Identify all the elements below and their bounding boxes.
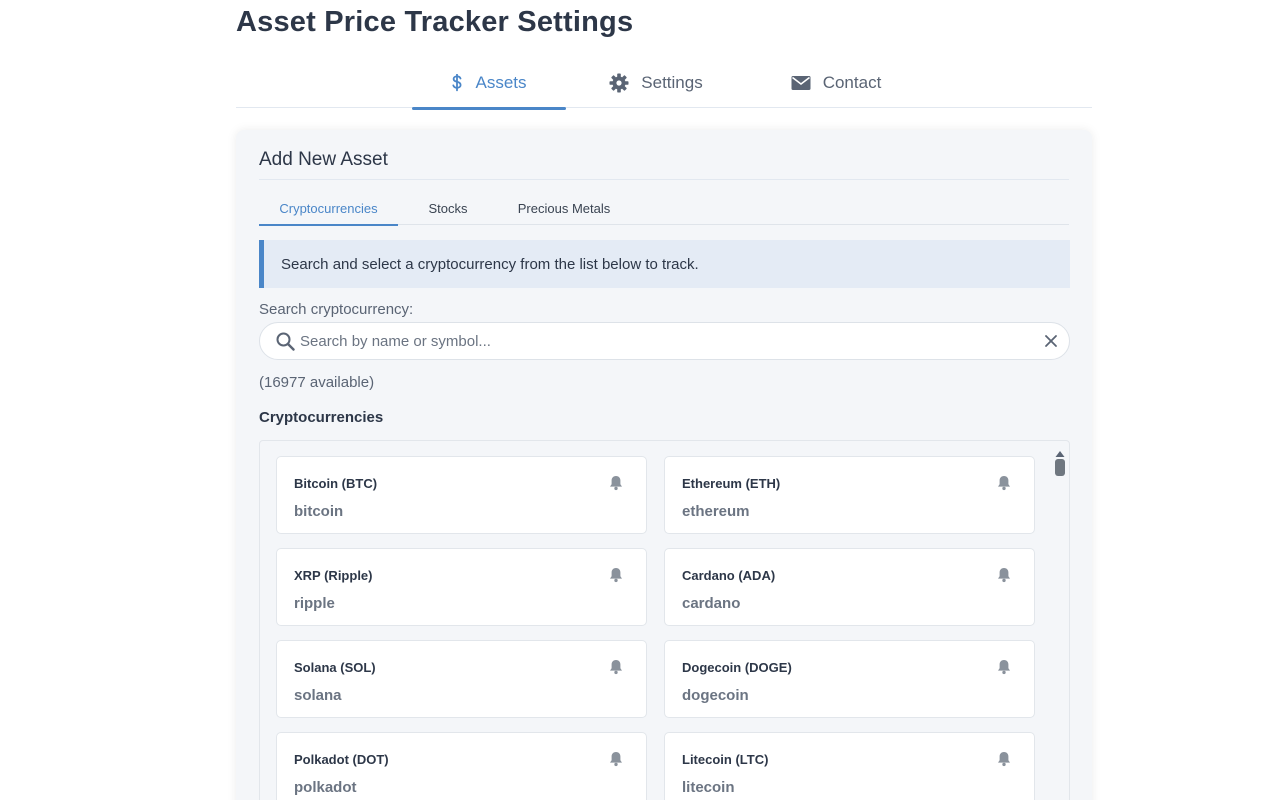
asset-id: litecoin [682, 779, 735, 796]
scrollbar[interactable] [1053, 443, 1067, 800]
search-label: Search cryptocurrency: [259, 301, 414, 318]
card-divider [259, 179, 1069, 180]
tab-assets[interactable]: Assets [412, 58, 566, 110]
asset-name: Cardano (ADA) [682, 568, 776, 583]
page-title: Asset Price Tracker Settings [236, 6, 634, 38]
tab-contact-label: Contact [822, 73, 882, 92]
bell-icon[interactable] [997, 475, 1011, 496]
search-icon [276, 332, 295, 356]
search-box [259, 322, 1070, 360]
main-tabs: Assets Settings Contact [236, 58, 1092, 110]
asset-name: Bitcoin (BTC) [294, 476, 378, 491]
settings-page: Asset Price Tracker Settings Assets Sett… [0, 0, 1280, 800]
asset-id: ripple [294, 595, 335, 612]
bell-icon[interactable] [997, 751, 1011, 772]
bell-icon[interactable] [609, 567, 623, 588]
asset-card-dogecoin[interactable]: Dogecoin (DOGE) dogecoin [664, 640, 1035, 718]
asset-card-litecoin[interactable]: Litecoin (LTC) litecoin [664, 732, 1035, 800]
bell-icon[interactable] [609, 659, 623, 680]
tab-assets-label: Assets [475, 73, 527, 92]
tab-stocks[interactable]: Stocks [417, 192, 479, 225]
asset-id: bitcoin [294, 503, 344, 520]
asset-name: Dogecoin (DOGE) [682, 660, 792, 675]
envelope-icon [791, 75, 811, 91]
add-asset-card: Add New Asset Cryptocurrencies Stocks Pr… [236, 130, 1092, 800]
asset-name: Ethereum (ETH) [682, 476, 781, 491]
asset-name: XRP (Ripple) [294, 568, 373, 583]
dollar-icon [451, 74, 463, 92]
tab-settings[interactable]: Settings [602, 58, 710, 108]
asset-card-ethereum[interactable]: Ethereum (ETH) ethereum [664, 456, 1035, 534]
bell-icon[interactable] [609, 751, 623, 772]
tab-cryptocurrencies[interactable]: Cryptocurrencies [259, 192, 398, 226]
available-count: (16977 available) [259, 374, 375, 391]
list-heading: Cryptocurrencies [259, 409, 384, 426]
asset-name: Solana (SOL) [294, 660, 376, 675]
asset-card-polkadot[interactable]: Polkadot (DOT) polkadot [276, 732, 647, 800]
asset-list[interactable]: Bitcoin (BTC) bitcoin Ethereum (ETH) ethere… [259, 440, 1070, 800]
bell-icon[interactable] [609, 475, 623, 496]
scroll-thumb[interactable] [1055, 459, 1065, 476]
asset-id: ethereum [682, 503, 750, 520]
bell-icon[interactable] [997, 567, 1011, 588]
asset-card-ripple[interactable]: XRP (Ripple) ripple [276, 548, 647, 626]
close-icon [1045, 335, 1057, 347]
asset-name: Litecoin (LTC) [682, 752, 769, 767]
asset-id: polkadot [294, 779, 357, 796]
asset-id: dogecoin [682, 687, 749, 704]
card-title: Add New Asset [259, 149, 388, 170]
clear-search-button[interactable] [1043, 333, 1059, 354]
asset-card-bitcoin[interactable]: Bitcoin (BTC) bitcoin [276, 456, 647, 534]
asset-card-cardano[interactable]: Cardano (ADA) cardano [664, 548, 1035, 626]
asset-card-solana[interactable]: Solana (SOL) solana [276, 640, 647, 718]
tab-precious-metals[interactable]: Precious Metals [505, 192, 623, 225]
asset-id: solana [294, 687, 342, 704]
asset-type-tabs: Cryptocurrencies Stocks Precious Metals [259, 192, 1069, 226]
asset-id: cardano [682, 595, 741, 612]
tab-contact[interactable]: Contact [786, 58, 886, 108]
tab-settings-label: Settings [641, 73, 703, 92]
gear-icon [609, 73, 629, 93]
asset-name: Polkadot (DOT) [294, 752, 389, 767]
search-input[interactable] [300, 323, 1030, 359]
info-message: Search and select a cryptocurrency from … [259, 240, 1070, 288]
bell-icon[interactable] [997, 659, 1011, 680]
